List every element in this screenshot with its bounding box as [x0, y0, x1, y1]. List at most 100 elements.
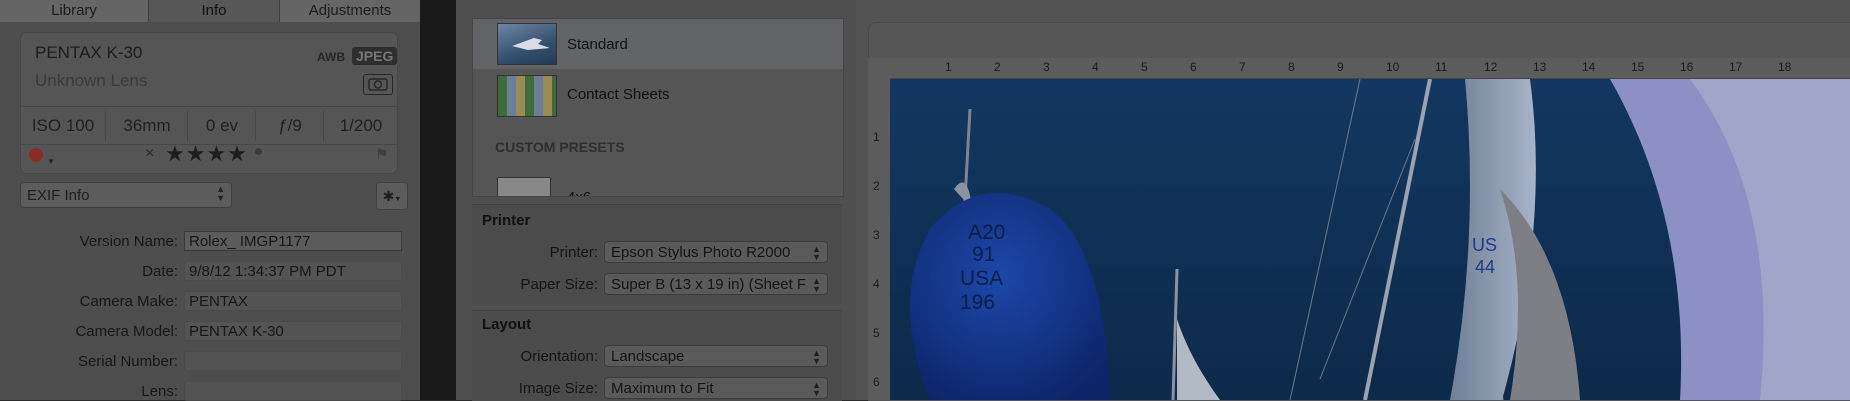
ruler-top-label: 10: [1386, 60, 1400, 74]
dropdown-arrows-icon: ▲ ▼: [810, 380, 821, 398]
ruler-top-label: 3: [1043, 60, 1050, 74]
sail-text: USA: [960, 267, 1003, 290]
metadata-view-dropdown[interactable]: EXIF Info ▲ ▼: [20, 182, 232, 208]
ruler-top-label: 14: [1582, 60, 1596, 74]
ruler-top-label: 15: [1631, 60, 1645, 74]
custom-presets-heading: CUSTOM PRESETS: [495, 139, 625, 155]
paper-size-label: Paper Size:: [520, 276, 598, 293]
date-field[interactable]: 9/8/12 1:34:37 PM PDT: [184, 261, 402, 281]
preset-contact-sheets-thumbnail: [497, 75, 557, 117]
printer-label: Printer:: [549, 244, 598, 261]
ruler-top-label: 7: [1239, 60, 1246, 74]
orientation-label: Orientation:: [520, 348, 598, 365]
ruler-left-label: 6: [873, 375, 880, 389]
camera-model-label: Camera Model:: [75, 323, 178, 340]
chevron-down-icon: ▼: [47, 157, 55, 166]
version-name-field[interactable]: Rolex_ IMGP1177: [184, 231, 402, 251]
print-presets-list: Standard Contact Sheets CUSTOM PRESETS 4…: [472, 18, 844, 197]
preset-4x6-thumbnail: [497, 177, 551, 196]
inspector-panel: Library Info Adjustments PENTAX K-30 Unk…: [0, 0, 421, 401]
ruler-top-label: 13: [1533, 60, 1547, 74]
ruler-left-label: 4: [873, 277, 880, 291]
ruler-left: 1 2 3 4 5 6: [868, 78, 891, 400]
image-size-select[interactable]: Maximum to Fit ▲ ▼: [604, 377, 828, 399]
printer-select[interactable]: Epson Stylus Photo R2000 ▲ ▼: [604, 241, 828, 263]
gear-menu-button[interactable]: ✱▼: [376, 182, 408, 210]
orientation-select[interactable]: Landscape ▲ ▼: [604, 345, 828, 367]
gear-icon: ✱: [382, 188, 395, 204]
sailboat-photo[interactable]: A20 91 USA 196 US 44: [890, 79, 1850, 400]
ruler-top-label: 18: [1778, 60, 1792, 74]
stats-divider: [21, 106, 397, 107]
preset-standard[interactable]: Standard: [473, 19, 843, 69]
metadata-view-label: EXIF Info: [27, 187, 90, 204]
camera-make-field[interactable]: PENTAX: [184, 291, 402, 311]
date-label: Date:: [142, 263, 178, 280]
printer-value: Epson Stylus Photo R2000: [611, 244, 791, 261]
image-size-value: Maximum to Fit: [611, 380, 714, 397]
ruler-top-label: 5: [1141, 60, 1148, 74]
tab-adjustments[interactable]: Adjustments: [280, 0, 421, 22]
aperture-value: ƒ/9: [255, 111, 324, 141]
camera-make-label: Camera Make:: [79, 293, 178, 310]
sail-text: 44: [1475, 257, 1495, 277]
ruler-left-label: 5: [873, 326, 880, 340]
ruler-top-label: 16: [1680, 60, 1694, 74]
sail-text: US: [1472, 235, 1497, 255]
tab-library[interactable]: Library: [0, 0, 149, 22]
camera-model: PENTAX K-30: [35, 43, 143, 62]
flag-icon[interactable]: ⚑: [375, 145, 388, 163]
ruler-top-label: 4: [1092, 60, 1099, 74]
empty-star-dot-icon[interactable]: [255, 148, 262, 155]
lens-field[interactable]: [184, 381, 402, 401]
focal-length-value: 36mm: [105, 111, 188, 141]
paper-size-value: Super B (13 x 19 in) (Sheet F: [611, 276, 807, 293]
ruler-top-label: 11: [1435, 60, 1448, 74]
preset-4x6-label: 4x6: [567, 189, 591, 196]
sail-text: A20: [968, 221, 1005, 244]
lens-label: Lens:: [141, 383, 178, 400]
ruler-top-label: 17: [1729, 60, 1743, 74]
ruler-left-label: 2: [873, 179, 880, 193]
ruler-top-label: 12: [1484, 60, 1498, 74]
chevron-down-icon: ▼: [394, 196, 402, 203]
orientation-value: Landscape: [611, 348, 685, 365]
reject-icon[interactable]: ×: [145, 145, 154, 163]
ruler-top-label: 6: [1190, 60, 1197, 74]
printer-section-title: Printer: [482, 212, 531, 229]
tab-info[interactable]: Info: [149, 0, 280, 22]
image-size-label: Image Size:: [518, 380, 598, 397]
paper-size-select[interactable]: Super B (13 x 19 in) (Sheet F ▲ ▼: [604, 273, 828, 295]
preset-standard-thumbnail: [497, 23, 557, 65]
star-rating[interactable]: ★★★★: [165, 141, 248, 167]
exposure-bias-value: 0 ev: [187, 111, 256, 141]
version-name-label: Version Name:: [79, 233, 178, 250]
iso-value: ISO 100: [31, 116, 95, 135]
ruler-top-label: 9: [1337, 60, 1344, 74]
lens-name: Unknown Lens: [35, 71, 148, 90]
camera-icon: [363, 74, 393, 95]
dropdown-arrows-icon: ▲ ▼: [810, 276, 821, 294]
shutter-speed-value: 1/200: [323, 111, 398, 141]
preset-4x6[interactable]: 4x6: [473, 169, 843, 196]
preset-contact-sheets[interactable]: Contact Sheets: [473, 69, 843, 119]
pane-divider[interactable]: [420, 0, 456, 400]
ruler-left-label: 1: [873, 130, 880, 144]
layout-section-title: Layout: [482, 316, 532, 333]
sail-text: 91: [972, 243, 995, 266]
format-badge: JPEG: [352, 47, 398, 65]
camera-model-field[interactable]: PENTAX K-30: [184, 321, 402, 341]
ruler-top-label: 8: [1288, 60, 1295, 74]
ruler-top: 1 2 3 4 5 6 7 8 9 10 11 12 13 14 15 16 1…: [868, 58, 1850, 79]
awb-badge: AWB: [317, 50, 345, 64]
color-label-button[interactable]: [29, 148, 43, 162]
preset-contact-sheets-label: Contact Sheets: [567, 86, 670, 103]
dropdown-arrows-icon: ▲ ▼: [810, 244, 821, 262]
serial-number-field[interactable]: [184, 351, 402, 371]
inspector-tabs: Library Info Adjustments: [0, 0, 421, 22]
dropdown-arrows-icon: ▲ ▼: [810, 348, 821, 366]
dropdown-arrows-icon: ▲ ▼: [216, 184, 225, 203]
ruler-top-label: 1: [945, 60, 952, 74]
preset-standard-label: Standard: [567, 36, 628, 53]
ruler-left-label: 3: [873, 228, 880, 242]
